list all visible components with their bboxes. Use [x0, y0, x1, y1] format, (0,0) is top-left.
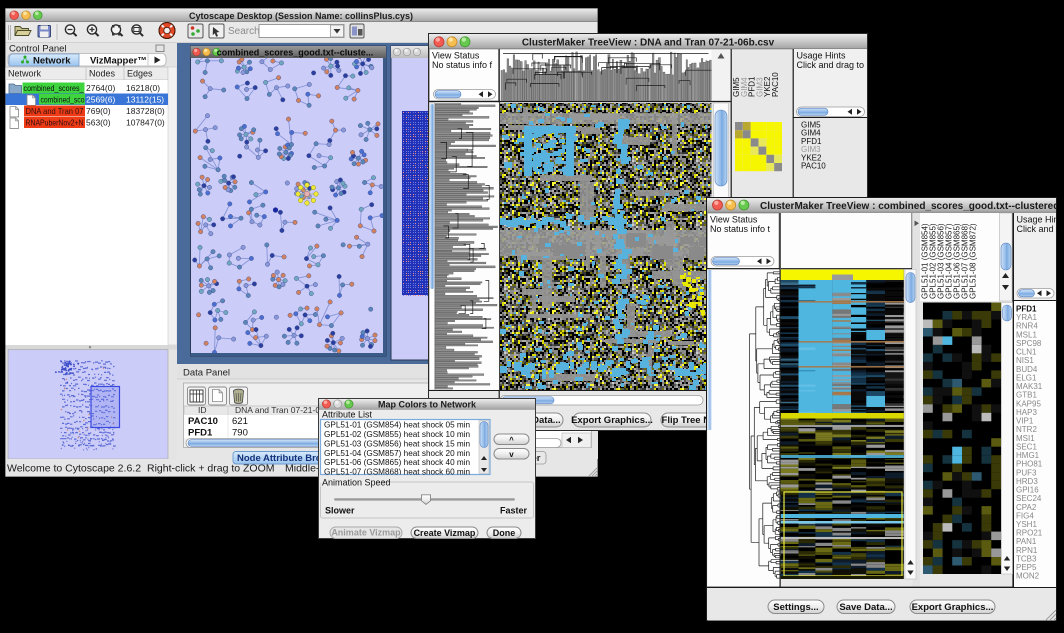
svg-text:combined_scores_: combined_scores_ [24, 83, 84, 93]
svg-text:Export Graphics...: Export Graphics... [912, 602, 994, 613]
svg-text:769(0): 769(0) [86, 106, 111, 116]
svg-text:PAC10: PAC10 [188, 416, 218, 427]
svg-text:Usage Hints: Usage Hints [797, 51, 847, 61]
svg-text:VizMapper™: VizMapper™ [90, 56, 147, 67]
svg-text:563(0): 563(0) [86, 118, 111, 128]
svg-text:ID: ID [198, 405, 207, 415]
svg-text:Data Panel: Data Panel [183, 368, 230, 379]
svg-text:PAN1: PAN1 [1016, 537, 1037, 546]
svg-text:107847(0): 107847(0) [126, 118, 165, 128]
svg-text:ClusterMaker TreeView : combin: ClusterMaker TreeView : combined_scores_… [760, 201, 1057, 212]
svg-text:Usage Hints: Usage Hints [1017, 215, 1058, 225]
svg-text:Map Colors to Network: Map Colors to Network [378, 400, 477, 410]
svg-text:No status info t: No status info t [710, 224, 771, 234]
svg-text:Welcome to Cytoscape 2.6.2: Welcome to Cytoscape 2.6.2 [7, 463, 141, 475]
svg-text:MON2: MON2 [1016, 572, 1040, 581]
svg-text:Control Panel: Control Panel [9, 44, 67, 55]
svg-text:PFD1: PFD1 [188, 428, 213, 439]
svg-text:RNR4: RNR4 [1016, 322, 1038, 331]
svg-text:Edges: Edges [127, 69, 153, 79]
svg-text:GPL51-03 (GSM856) heat shock 1: GPL51-03 (GSM856) heat shock 15 min [324, 439, 471, 448]
svg-text:790: 790 [232, 428, 248, 439]
svg-text:2764(0): 2764(0) [86, 83, 115, 93]
svg-text:Click and dra: Click and dra [1017, 224, 1058, 234]
svg-text:Search:: Search: [228, 26, 262, 37]
svg-text:DNA and Tran 07: DNA and Tran 07 [26, 106, 84, 116]
svg-text:^: ^ [509, 435, 514, 444]
svg-text:HAP3: HAP3 [1016, 408, 1037, 417]
svg-text:Network: Network [33, 56, 71, 67]
svg-text:Save Data...: Save Data... [839, 602, 892, 613]
svg-text:Create Vizmap: Create Vizmap [414, 528, 476, 538]
svg-text:Click and drag to: Click and drag to [797, 60, 865, 70]
svg-text:No status info f: No status info f [432, 60, 493, 70]
svg-text:Network: Network [8, 69, 42, 79]
svg-text:BUD4: BUD4 [1016, 365, 1038, 374]
svg-text:GPL51-02 (GSM855) heat shock 1: GPL51-02 (GSM855) heat shock 10 min [324, 430, 471, 439]
svg-text:Slower: Slower [325, 506, 355, 516]
svg-text:ClusterMaker TreeView : DNA an: ClusterMaker TreeView : DNA and Tran 07-… [522, 38, 775, 49]
svg-text:Animate Vizmap: Animate Vizmap [331, 528, 401, 538]
svg-text:PAC10: PAC10 [801, 162, 826, 171]
svg-text:Done: Done [493, 528, 516, 538]
svg-text:621: 621 [232, 416, 248, 427]
svg-text:Cytoscape Desktop (Session Nam: Cytoscape Desktop (Session Name: collins… [189, 11, 413, 21]
svg-text:Faster: Faster [500, 506, 528, 516]
svg-text:RNAPuberNov2+N: RNAPuberNov2+N [26, 118, 84, 128]
svg-text:PAC10: PAC10 [771, 72, 780, 97]
svg-text:View Status: View Status [432, 51, 480, 61]
svg-text:Export Graphics...: Export Graphics... [571, 415, 653, 426]
svg-text:GPL51-04 (GSM857) heat shock 2: GPL51-04 (GSM857) heat shock 20 min [324, 449, 471, 458]
svg-text:combined_scores_good.txt--clus: combined_scores_good.txt--cluste... [217, 48, 374, 58]
svg-text:2569(6): 2569(6) [86, 95, 115, 105]
svg-text:combined_sco: combined_sco [41, 95, 85, 105]
svg-text:16218(0): 16218(0) [126, 83, 160, 93]
svg-text:Attribute List: Attribute List [322, 410, 373, 420]
svg-text:Animation Speed: Animation Speed [322, 478, 391, 488]
svg-text:183728(0): 183728(0) [126, 106, 165, 116]
svg-text:View Status: View Status [710, 215, 758, 225]
svg-text:v: v [509, 450, 514, 459]
svg-text:HMG1: HMG1 [1016, 451, 1040, 460]
svg-text:SEC24: SEC24 [1016, 494, 1042, 503]
svg-text:Settings...: Settings... [773, 602, 818, 613]
svg-text:GPL51-01 (GSM854) heat shock 0: GPL51-01 (GSM854) heat shock 05 min [324, 420, 471, 429]
svg-text:13112(15): 13112(15) [126, 95, 164, 105]
svg-text:GPL51-08 (GSM872): GPL51-08 (GSM872) [969, 223, 978, 299]
svg-text:GPL51-06 (GSM865) heat shock 4: GPL51-06 (GSM865) heat shock 40 min [324, 458, 471, 467]
svg-text:Nodes: Nodes [89, 69, 116, 79]
